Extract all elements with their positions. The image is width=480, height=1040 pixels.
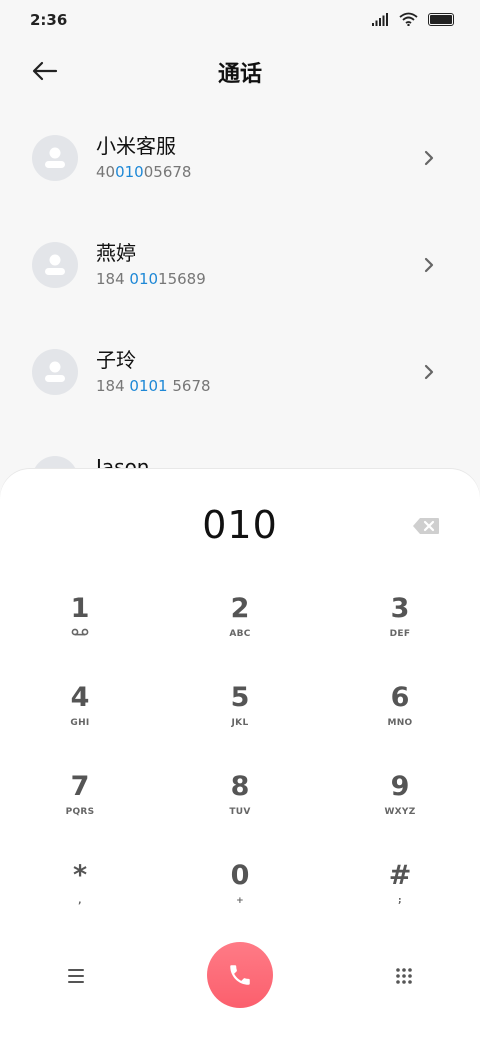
wifi-icon <box>399 12 418 26</box>
contact-row[interactable]: 小米客服 4001005678 <box>0 105 480 212</box>
avatar <box>32 242 78 288</box>
key-0[interactable]: 0 + <box>185 860 295 930</box>
voicemail-icon <box>71 628 89 636</box>
chevron-right-icon[interactable] <box>422 149 436 167</box>
status-time: 2:36 <box>30 11 68 29</box>
signal-icon <box>372 12 388 26</box>
matched-digits: 010 <box>115 163 144 181</box>
key-6[interactable]: 6 MNO <box>345 682 455 752</box>
dialpad-toggle-button[interactable] <box>388 960 420 992</box>
phone-icon <box>230 965 250 985</box>
contact-row[interactable]: 子玲 184 0101 5678 <box>0 319 480 426</box>
call-button[interactable] <box>207 942 273 1008</box>
page-title: 通话 <box>217 62 262 87</box>
chevron-right-icon[interactable] <box>422 363 436 381</box>
contact-number: 4001005678 <box>96 163 192 181</box>
contact-name: 燕婷 <box>96 241 136 265</box>
key-3[interactable]: 3 DEF <box>345 593 455 663</box>
person-icon <box>45 147 65 168</box>
key-4[interactable]: 4 GHI <box>25 682 135 752</box>
status-bar: 2:36 <box>0 0 480 40</box>
matched-digits: 0101 <box>129 377 168 395</box>
contact-number: 184 0101 5678 <box>96 377 211 395</box>
key-1[interactable]: 1 <box>25 593 135 663</box>
key-5[interactable]: 5 JKL <box>185 682 295 752</box>
key-8[interactable]: 8 TUV <box>185 771 295 841</box>
chevron-right-icon[interactable] <box>422 256 436 274</box>
backspace-icon[interactable] <box>412 517 440 535</box>
contact-row[interactable]: 燕婷 184 01015689 <box>0 212 480 319</box>
menu-button[interactable] <box>60 960 92 992</box>
status-icons <box>372 12 454 26</box>
avatar <box>32 349 78 395</box>
person-icon <box>45 254 65 275</box>
battery-icon <box>428 12 454 26</box>
dialed-number: 010 <box>202 503 278 547</box>
matched-digits: 010 <box>129 270 159 288</box>
contact-name: 子玲 <box>96 348 136 372</box>
contact-name: 小米客服 <box>96 134 176 158</box>
key-7[interactable]: 7 PQRS <box>25 771 135 841</box>
avatar <box>32 135 78 181</box>
contact-number: 184 01015689 <box>96 270 206 288</box>
header: 通话 <box>0 46 480 94</box>
key-star[interactable]: * , <box>25 860 135 930</box>
dialpad-icon <box>396 968 412 984</box>
key-9[interactable]: 9 WXYZ <box>345 771 455 841</box>
menu-icon <box>68 969 84 983</box>
person-icon <box>45 361 65 382</box>
key-2[interactable]: 2 ABC <box>185 593 295 663</box>
key-hash[interactable]: # ; <box>345 860 455 930</box>
dialpad-actions <box>0 941 480 1011</box>
dialpad-sheet: 010 1 2 ABC 3 DEF 4 GHI 5 JKL 6 MNO 7 PQ… <box>0 469 480 1040</box>
